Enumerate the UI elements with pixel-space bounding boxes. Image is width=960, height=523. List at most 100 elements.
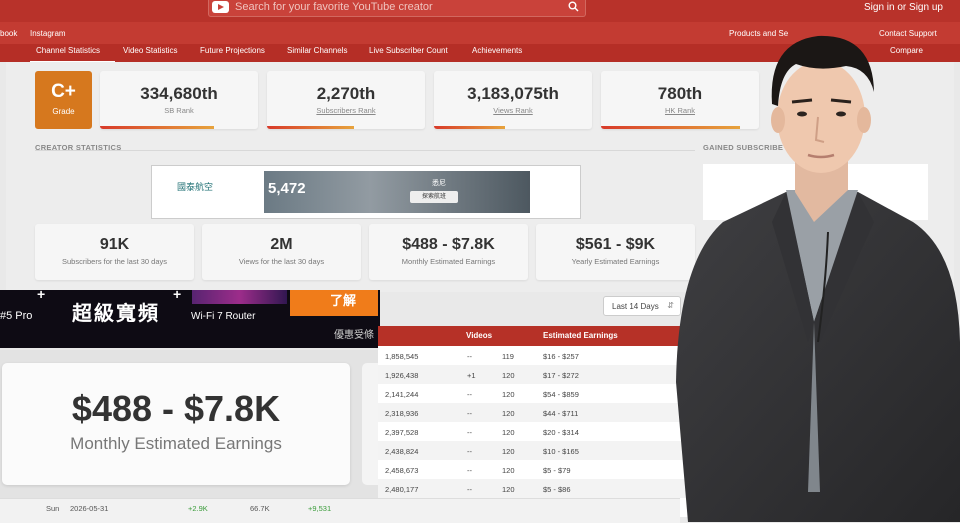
- table-cell-videos: 119: [502, 352, 514, 361]
- date-range-value: Last 14 Days: [612, 302, 659, 311]
- tab-achievements[interactable]: Achievements: [472, 46, 522, 55]
- table-cell-earnings: $44 - $711: [543, 409, 579, 418]
- presenter-photo: [676, 35, 960, 522]
- grade-value: C+: [51, 81, 76, 102]
- rank-card-sb: 334,680th SB Rank: [100, 71, 258, 129]
- ad-destination: 悉尼: [432, 180, 446, 187]
- stat-label: Subscribers for the last 30 days: [61, 257, 168, 266]
- table-cell-earnings: $54 - $859: [543, 390, 579, 399]
- table-cell-earnings: $5 - $79: [543, 466, 571, 475]
- table-cell-videos: 120: [502, 371, 515, 380]
- ad-cta-button[interactable]: 探索航班: [410, 191, 458, 203]
- ad-logo: 國泰航空: [177, 182, 214, 192]
- table-cell-views: 2,318,936: [385, 409, 419, 418]
- table-cell-delta: +1: [467, 371, 476, 380]
- plus-icon: +: [37, 286, 46, 302]
- row-subs-delta: +2.9K: [188, 504, 208, 513]
- tab-similar-channels[interactable]: Similar Channels: [287, 46, 347, 55]
- table-cell-delta: --: [467, 428, 472, 437]
- search-icon[interactable]: [568, 1, 579, 15]
- column-header-videos: Videos: [466, 331, 493, 340]
- table-row: [378, 403, 698, 422]
- search-input[interactable]: Search for your favorite YouTube creator: [235, 0, 433, 14]
- table-row: [378, 441, 698, 460]
- row-day: Sun: [46, 504, 60, 513]
- stat-card-subscribers-30d: 91K Subscribers for the last 30 days: [35, 224, 194, 280]
- table-cell-views: 2,438,824: [385, 447, 419, 456]
- rank-value: 2,270th: [316, 84, 376, 103]
- row-date: 2026-05-31: [70, 504, 109, 513]
- table-row: [378, 422, 698, 441]
- table-cell-videos: 120: [502, 428, 515, 437]
- grade-badge: C+ Grade: [35, 71, 92, 129]
- ad-headline: 超級寬頻: [72, 303, 160, 325]
- ad-price: 5,472: [268, 180, 306, 197]
- rank-label: SB Rank: [164, 106, 194, 115]
- table-row: [378, 365, 698, 384]
- ad-cta-label: 了解: [330, 293, 357, 308]
- ad-glow: [192, 290, 287, 304]
- rank-label[interactable]: Subscribers Rank: [267, 106, 425, 115]
- stat-label: Monthly Estimated Earnings: [401, 257, 496, 266]
- rank-progress-bar: [434, 126, 506, 129]
- table-cell-videos: 120: [502, 485, 515, 494]
- table-row: [378, 479, 698, 498]
- table-cell-views: 2,397,528: [385, 428, 419, 437]
- rank-card-views: 3,183,075th Views Rank: [434, 71, 592, 129]
- earnings-label: Monthly Estimated Earnings: [70, 434, 282, 453]
- rank-value: 334,680th: [140, 84, 218, 103]
- stat-value: 2M: [270, 236, 293, 253]
- table-cell-delta: --: [467, 485, 472, 494]
- table-row: [378, 384, 698, 403]
- tab-video-statistics[interactable]: Video Statistics: [123, 46, 178, 55]
- ad-product-name: #5 Pro: [0, 310, 33, 322]
- nav-link-instagram[interactable]: Instagram: [30, 29, 66, 38]
- table-cell-earnings: $20 - $314: [543, 428, 579, 437]
- table-cell-views: 1,926,438: [385, 371, 419, 380]
- row-subs: 66.7K: [250, 504, 270, 513]
- table-cell-views: 2,458,673: [385, 466, 419, 475]
- table-cell-earnings: $5 - $86: [543, 485, 571, 494]
- plus-icon: +: [173, 286, 182, 302]
- next-card-edge: [362, 363, 378, 485]
- table-cell-views: 1,858,545: [385, 352, 419, 361]
- tab-future-projections[interactable]: Future Projections: [200, 46, 265, 55]
- tab-live-subscriber-count[interactable]: Live Subscriber Count: [369, 46, 448, 55]
- earnings-value: $488 - $7.8K: [71, 388, 281, 429]
- table-cell-views: 2,480,177: [385, 485, 419, 494]
- table-cell-earnings: $17 - $272: [543, 371, 579, 380]
- table-cell-delta: --: [467, 466, 472, 475]
- table-cell-videos: 120: [502, 447, 515, 456]
- stat-value: 91K: [99, 236, 130, 253]
- table-cell-earnings: $10 - $165: [543, 447, 579, 456]
- table-cell-views: 2,141,244: [385, 390, 419, 399]
- sign-in-link[interactable]: Sign in or Sign up: [864, 2, 943, 13]
- rank-label[interactable]: Views Rank: [434, 106, 592, 115]
- table-cell-videos: 120: [502, 390, 515, 399]
- table-cell-delta: --: [467, 447, 472, 456]
- stat-card-views-30d: 2M Views for the last 30 days: [202, 224, 361, 280]
- rank-progress-bar: [100, 126, 214, 129]
- grade-label: Grade: [52, 107, 75, 116]
- table-cell-delta: --: [467, 409, 472, 418]
- table-cell-delta: --: [467, 352, 472, 361]
- column-header-earnings: Estimated Earnings: [543, 331, 618, 340]
- table-header: [378, 326, 698, 346]
- stat-card-monthly-earnings: $488 - $7.8K Monthly Estimated Earnings: [369, 224, 528, 280]
- monthly-earnings-card: $488 - $7.8K Monthly Estimated Earnings: [2, 363, 350, 485]
- table-cell-videos: 120: [502, 409, 515, 418]
- rank-value: 3,183,075th: [467, 84, 559, 103]
- row-views-delta: +9,531: [308, 504, 332, 513]
- tab-channel-statistics[interactable]: Channel Statistics: [36, 46, 100, 55]
- table-row: [378, 460, 698, 479]
- nav-link-facebook[interactable]: book: [0, 29, 17, 38]
- table-cell-delta: --: [467, 390, 472, 399]
- stat-label: Views for the last 30 days: [238, 257, 325, 266]
- table-cell-earnings: $16 - $257: [543, 352, 579, 361]
- section-divider: [35, 150, 695, 151]
- ad-router-name: Wi-Fi 7 Router: [191, 311, 256, 322]
- table-row: [378, 346, 698, 365]
- rank-card-subscribers: 2,270th Subscribers Rank: [267, 71, 425, 129]
- stat-value: $488 - $7.8K: [402, 236, 495, 253]
- table-cell-videos: 120: [502, 466, 515, 475]
